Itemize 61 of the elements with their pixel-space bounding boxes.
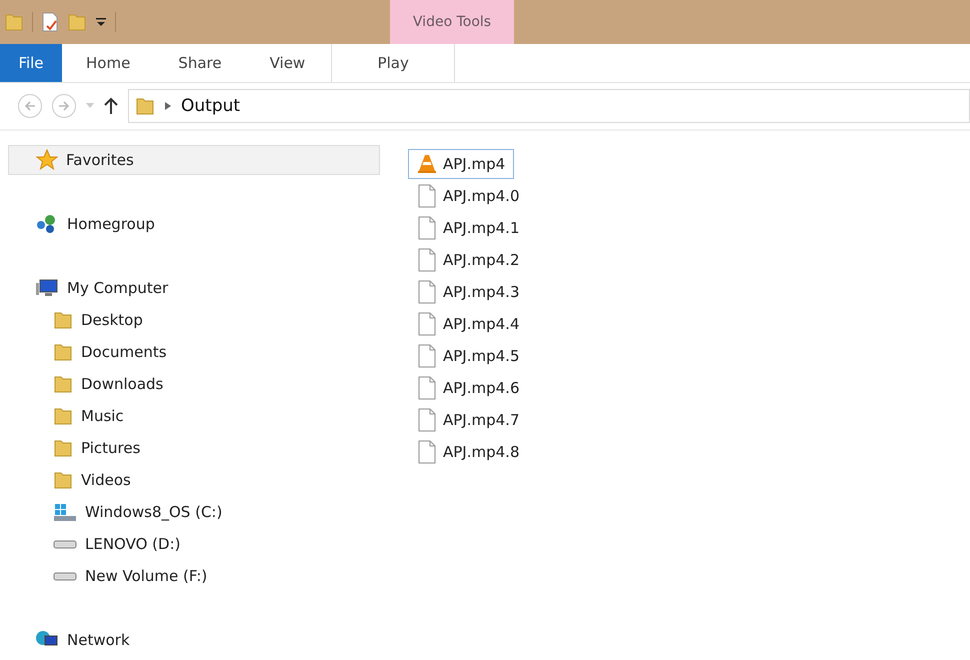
sidebar-item[interactable]: Homegroup [0, 209, 380, 239]
file-icon [417, 184, 437, 208]
sidebar-item[interactable]: Windows8_OS (C:) [0, 497, 380, 527]
folder-icon [53, 406, 73, 426]
file-item[interactable]: APJ.mp4.5 [408, 341, 528, 371]
ribbon-tab[interactable]: Home [62, 44, 154, 82]
drive-icon [53, 540, 77, 548]
up-arrow-icon[interactable] [104, 97, 118, 115]
file-icon [417, 440, 437, 464]
file-item[interactable]: APJ.mp4.0 [408, 181, 528, 211]
file-icon [417, 312, 437, 336]
sidebar-item[interactable]: Music [0, 401, 380, 431]
file-item[interactable]: APJ.mp4.3 [408, 277, 528, 307]
drive-icon [53, 502, 77, 522]
sidebar-item[interactable]: Pictures [0, 433, 380, 463]
sidebar-item[interactable]: New Volume (F:) [0, 561, 380, 591]
sidebar-item[interactable]: Downloads [0, 369, 380, 399]
context-tab-label: Video Tools [390, 0, 514, 44]
computer-icon [35, 278, 59, 298]
file-icon [417, 344, 437, 368]
ribbon-tab[interactable]: Play [331, 44, 456, 82]
file-icon [417, 248, 437, 272]
file-item[interactable]: APJ.mp4.2 [408, 245, 528, 275]
sidebar-item[interactable]: Desktop [0, 305, 380, 335]
file-item[interactable]: APJ.mp4.1 [408, 213, 528, 243]
sidebar-item[interactable]: My Computer [0, 273, 380, 303]
folder-icon [135, 96, 155, 116]
sidebar-item[interactable]: Documents [0, 337, 380, 367]
file-icon [417, 280, 437, 304]
dropdown-icon[interactable] [95, 16, 107, 28]
sidebar-item[interactable]: Favorites [8, 145, 380, 175]
folder-icon [53, 438, 73, 458]
file-item[interactable]: APJ.mp4.6 [408, 373, 528, 403]
file-item[interactable]: APJ.mp4.7 [408, 405, 528, 435]
file-icon [417, 408, 437, 432]
star-icon [36, 149, 58, 171]
drive-icon [53, 572, 77, 580]
new-folder-icon [67, 12, 87, 32]
properties-icon[interactable] [41, 12, 59, 32]
left-arrow-icon [24, 100, 36, 112]
file-item[interactable]: APJ.mp4 [408, 149, 514, 179]
sidebar-item[interactable]: Videos [0, 465, 380, 495]
folder-icon [53, 374, 73, 394]
folder-icon [53, 342, 73, 362]
path-text: Output [181, 96, 240, 116]
file-item[interactable]: APJ.mp4.8 [408, 437, 528, 467]
ribbon-tab[interactable]: File [0, 44, 62, 82]
traffic-cone-icon [417, 154, 437, 174]
file-icon [417, 216, 437, 240]
right-arrow-icon [58, 100, 70, 112]
ribbon-tab[interactable]: Share [154, 44, 246, 82]
folder-icon [53, 310, 73, 330]
sidebar-item[interactable]: Network [0, 625, 380, 655]
file-icon [417, 376, 437, 400]
address-bar[interactable]: Output [128, 89, 970, 123]
folder-icon [4, 12, 24, 32]
folder-icon [53, 470, 73, 490]
file-item[interactable]: APJ.mp4.4 [408, 309, 528, 339]
ribbon-tab[interactable]: View [246, 44, 330, 82]
sidebar-item[interactable]: LENOVO (D:) [0, 529, 380, 559]
chevron-icon [165, 102, 171, 110]
